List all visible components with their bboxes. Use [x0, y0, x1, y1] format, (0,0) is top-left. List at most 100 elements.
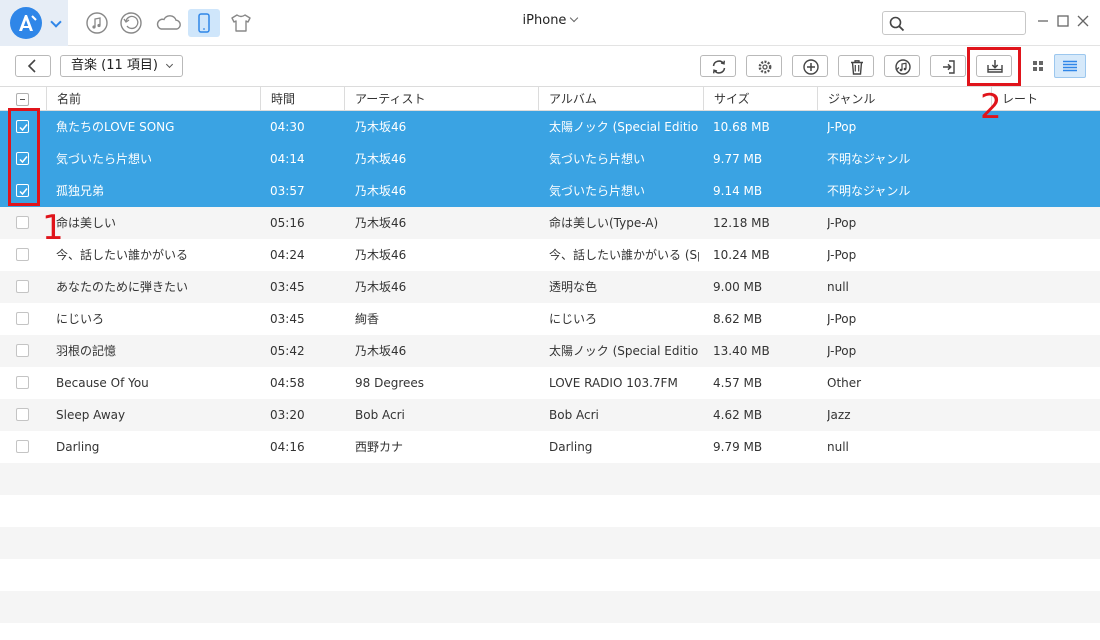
grid-view-button[interactable] [1022, 54, 1054, 78]
row-checkbox[interactable] [16, 280, 29, 293]
row-checkbox[interactable] [16, 312, 29, 325]
cell-artist: 乃木坂46 [355, 344, 407, 358]
table-row[interactable]: 羽根の記憶 05:42 乃木坂46 太陽ノック (Special Edition) 13… [0, 335, 1100, 367]
cell-artist: 98 Degrees [355, 376, 425, 390]
cell-genre: null [827, 440, 849, 454]
col-header-genre[interactable]: ジャンル [817, 87, 991, 111]
cell-time: 04:16 [270, 440, 305, 454]
refresh-button[interactable] [700, 55, 736, 77]
row-checkbox[interactable] [16, 248, 29, 261]
col-header-artist[interactable]: アーティスト [344, 87, 538, 111]
settings-button[interactable] [746, 55, 782, 77]
cell-genre: 不明なジャンル [827, 152, 911, 166]
shirt-icon[interactable] [228, 10, 254, 36]
settings-icon [758, 60, 772, 74]
table-header: 名前 時間 アーティスト アルバム サイズ ジャンル レート [0, 86, 1100, 111]
add-button[interactable] [792, 55, 828, 77]
app-menu[interactable] [0, 0, 68, 46]
col-header-time[interactable]: 時間 [260, 87, 344, 111]
list-view-icon [1063, 60, 1077, 72]
row-checkbox[interactable] [16, 440, 29, 453]
table-row[interactable]: 今、話したい誰かがいる 04:24 乃木坂46 今、話したい誰かがいる (Sp... 1… [0, 239, 1100, 271]
cell-artist: 乃木坂46 [355, 216, 407, 230]
list-view-button[interactable] [1054, 54, 1086, 78]
col-header-album[interactable]: アルバム [538, 87, 703, 111]
cell-album: Darling [549, 440, 593, 454]
col-header-size[interactable]: サイズ [703, 87, 817, 111]
cell-genre: J-Pop [827, 344, 857, 358]
cell-name: Sleep Away [56, 408, 126, 422]
minimize-icon[interactable] [1036, 14, 1050, 28]
table-row[interactable]: 気づいたら片想い 04:14 乃木坂46 気づいたら片想い 9.77 MB 不明なジャンル [0, 143, 1100, 175]
empty-row [0, 463, 1100, 495]
search-icon [889, 16, 905, 32]
cell-name: 命は美しい [56, 216, 117, 230]
row-checkbox[interactable] [16, 344, 29, 357]
chevron-down-icon [50, 16, 62, 28]
back-button[interactable] [15, 55, 51, 77]
cell-size: 4.62 MB [713, 408, 763, 422]
itunes-button[interactable] [884, 55, 920, 77]
select-all-checkbox[interactable] [16, 93, 29, 106]
cell-size: 9.14 MB [713, 184, 763, 198]
toolbar: 音楽 (11 項目) [0, 46, 1100, 86]
delete-icon [851, 60, 863, 75]
annotation-box-export [967, 47, 1021, 86]
row-checkbox[interactable] [16, 376, 29, 389]
cell-genre: Other [827, 376, 862, 390]
cell-time: 04:30 [270, 120, 305, 134]
table-row[interactable]: Darling 04:16 西野カナ Darling 9.79 MB null [0, 431, 1100, 463]
device-selector[interactable]: iPhone [500, 13, 600, 28]
row-checkbox[interactable] [16, 216, 29, 229]
history-icon[interactable] [118, 10, 144, 36]
empty-row [0, 495, 1100, 527]
cell-name: Because Of You [56, 376, 149, 390]
col-header-rate[interactable]: レート [991, 87, 1100, 111]
row-checkbox[interactable] [16, 408, 29, 421]
cell-size: 10.68 MB [713, 120, 770, 134]
app-logo-icon [10, 7, 42, 39]
annotation-number-1: 1 [42, 208, 64, 248]
cloud-icon[interactable] [154, 10, 184, 36]
empty-row [0, 591, 1100, 623]
cell-size: 9.79 MB [713, 440, 763, 454]
cell-name: 孤独兄弟 [56, 184, 105, 198]
import-button[interactable] [930, 55, 966, 77]
cell-name: Darling [56, 440, 100, 454]
cell-album: 透明な色 [549, 280, 598, 294]
maximize-icon[interactable] [1056, 14, 1070, 28]
table-row[interactable]: 命は美しい 05:16 乃木坂46 命は美しい(Type-A) 12.18 MB J-Po… [0, 207, 1100, 239]
annotation-box-checkboxes [8, 108, 40, 206]
delete-button[interactable] [838, 55, 874, 77]
chevron-down-icon [165, 60, 174, 69]
cell-artist: 乃木坂46 [355, 120, 407, 134]
table-row[interactable]: 孤独兄弟 03:57 乃木坂46 気づいたら片想い 9.14 MB 不明なジャンル [0, 175, 1100, 207]
cell-genre: J-Pop [827, 216, 857, 230]
phone-icon[interactable] [188, 9, 220, 37]
table-row[interactable]: Sleep Away 03:20 Bob Acri Bob Acri 4.62 MB Ja… [0, 399, 1100, 431]
col-header-name[interactable]: 名前 [46, 87, 260, 111]
title-bar: iPhone [0, 0, 1100, 46]
cell-genre: Jazz [827, 408, 851, 422]
cell-genre: J-Pop [827, 312, 857, 326]
music-note-icon[interactable] [84, 10, 110, 36]
table-row[interactable]: Because Of You 04:58 98 Degrees LOVE RADIO … [0, 367, 1100, 399]
search-input[interactable] [909, 14, 1019, 32]
table-row[interactable]: にじいろ 03:45 絢香 にじいろ 8.62 MB J-Pop [0, 303, 1100, 335]
add-icon [803, 59, 819, 75]
category-select[interactable]: 音楽 (11 項目) [60, 55, 183, 77]
cell-size: 9.00 MB [713, 280, 763, 294]
cell-size: 12.18 MB [713, 216, 770, 230]
table-row[interactable]: あなたのために弾きたい 03:45 乃木坂46 透明な色 9.00 MB null [0, 271, 1100, 303]
close-icon[interactable] [1076, 14, 1090, 28]
cell-album: 気づいたら片想い [549, 152, 646, 166]
cell-genre: null [827, 280, 849, 294]
table-row[interactable]: 魚たちのLOVE SONG 04:30 乃木坂46 太陽ノック (Special Ed… [0, 111, 1100, 143]
refresh-icon [712, 60, 726, 74]
cell-artist: 乃木坂46 [355, 280, 407, 294]
cell-time: 03:45 [270, 312, 305, 326]
cell-time: 03:20 [270, 408, 305, 422]
cell-genre: 不明なジャンル [827, 184, 911, 198]
cell-name: 魚たちのLOVE SONG [56, 120, 175, 134]
cell-album: LOVE RADIO 103.7FM [549, 376, 678, 390]
